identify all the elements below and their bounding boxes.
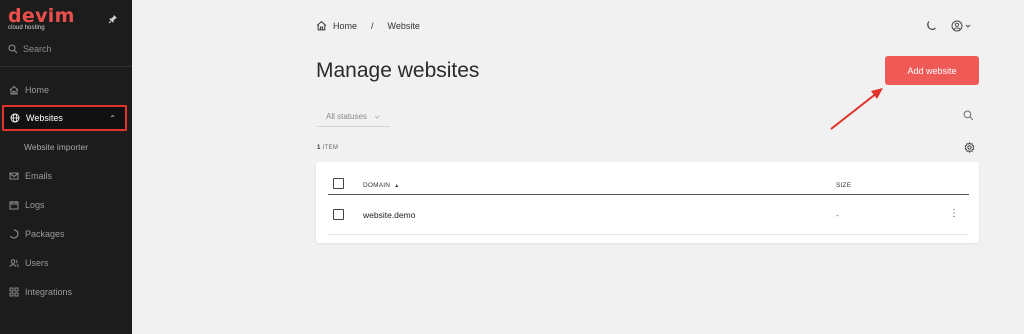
breadcrumb: Home / Website — [316, 20, 420, 31]
breadcrumb-current: Website — [387, 20, 420, 31]
row-domain[interactable]: website.demo — [363, 210, 415, 220]
column-header-label: DOMAIN — [363, 182, 391, 189]
user-menu[interactable] — [951, 20, 971, 32]
sidebar-item-label: Logs — [25, 200, 45, 210]
users-icon — [9, 259, 19, 268]
circle-icon — [10, 229, 19, 239]
mail-icon — [9, 172, 19, 180]
search-icon[interactable] — [963, 110, 974, 121]
column-header-domain[interactable]: DOMAIN ▲ — [363, 182, 399, 189]
sidebar-search[interactable]: Search — [8, 44, 52, 54]
row-checkbox[interactable] — [333, 209, 344, 220]
chevron-down-icon — [965, 24, 971, 28]
sidebar-item-home[interactable]: Home — [0, 79, 132, 101]
item-count: 1 ITEM — [317, 145, 338, 151]
sidebar-item-label: Websites — [26, 113, 63, 123]
sidebar-item-website-importer[interactable]: Website importer — [24, 142, 88, 152]
status-filter-value: All statuses — [326, 112, 367, 121]
sidebar-item-label: Users — [25, 258, 49, 268]
sidebar-item-emails[interactable]: Emails — [0, 165, 132, 187]
globe-icon — [10, 113, 20, 123]
logo[interactable]: devim cloud hosting — [8, 6, 75, 31]
sidebar-item-packages[interactable]: Packages — [0, 223, 132, 245]
sidebar-item-integrations[interactable]: Integrations — [0, 281, 132, 303]
user-icon — [951, 20, 963, 32]
moon-icon[interactable] — [925, 20, 937, 32]
search-label: Search — [23, 44, 52, 54]
top-toolbar — [925, 20, 971, 32]
calendar-icon — [9, 201, 19, 210]
sidebar-item-label: Integrations — [25, 287, 73, 297]
row-divider — [328, 234, 969, 235]
select-all-checkbox[interactable] — [333, 178, 344, 189]
sidebar-item-label: Emails — [25, 171, 53, 181]
sidebar-item-logs[interactable]: Logs — [0, 194, 132, 216]
row-actions-menu-icon[interactable]: ⋮ — [949, 209, 959, 219]
chevron-up-icon: ⌃ — [109, 114, 116, 123]
breadcrumb-separator: / — [371, 20, 374, 31]
item-count-label: ITEM — [322, 145, 339, 151]
logo-text: devim — [8, 5, 75, 27]
search-icon — [8, 44, 18, 54]
sort-asc-icon: ▲ — [394, 183, 400, 189]
sidebar-item-users[interactable]: Users — [0, 252, 132, 274]
breadcrumb-home[interactable]: Home — [333, 21, 357, 31]
pin-icon[interactable] — [108, 14, 118, 24]
gear-icon[interactable] — [964, 142, 975, 153]
sidebar-divider — [0, 66, 132, 67]
sidebar-item-label: Packages — [25, 229, 65, 239]
sidebar-item-label: Home — [25, 85, 50, 95]
chevron-down-icon — [374, 115, 380, 119]
status-filter-select[interactable]: All statuses — [317, 107, 390, 127]
column-header-size[interactable]: SIZE — [836, 182, 851, 189]
row-size: - — [836, 210, 839, 220]
home-icon[interactable] — [316, 20, 327, 31]
websites-table: DOMAIN ▲ SIZE website.demo - ⋮ — [316, 162, 979, 243]
sidebar: devim cloud hosting Search Home Websites… — [0, 0, 132, 334]
sidebar-item-websites[interactable]: Websites ⌃ — [2, 105, 127, 131]
add-website-button[interactable]: Add website — [885, 56, 979, 85]
page-title: Manage websites — [316, 59, 480, 82]
item-count-number: 1 — [317, 145, 321, 151]
home-icon — [9, 85, 19, 95]
header-divider — [328, 194, 969, 195]
grid-icon — [9, 287, 19, 297]
